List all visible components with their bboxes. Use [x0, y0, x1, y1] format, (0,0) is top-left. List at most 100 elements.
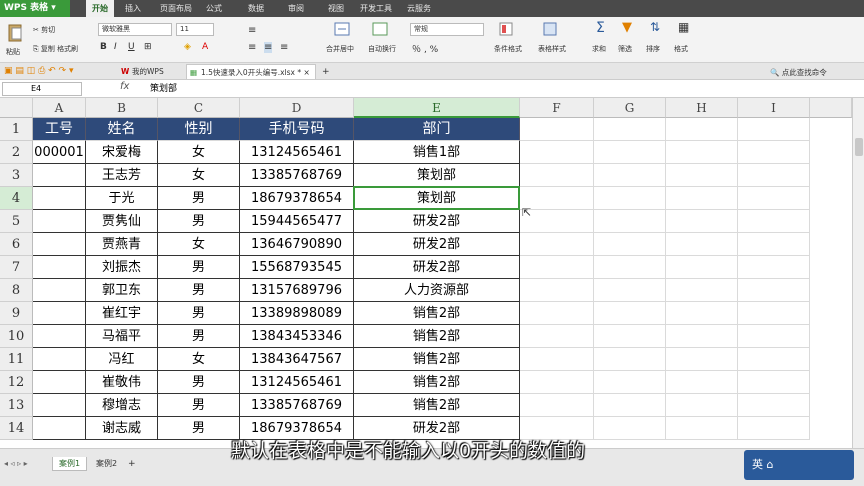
sheet-tab-2[interactable]: 案例2 [90, 457, 123, 471]
column-header[interactable]: H [666, 98, 738, 118]
table-cell[interactable] [520, 279, 594, 302]
row-header[interactable]: 12 [0, 371, 33, 394]
table-cell[interactable]: 13646790890 [240, 233, 354, 256]
table-cell[interactable] [594, 233, 666, 256]
menu-tab-5[interactable]: 审阅 [288, 0, 304, 17]
tab-my-wps[interactable]: W 我的WPS [118, 64, 184, 79]
copy-button[interactable]: ⎘ 复制 格式刷 [33, 44, 78, 54]
row-header[interactable]: 2 [0, 141, 33, 164]
table-cell[interactable]: 男 [158, 394, 240, 417]
format-button[interactable]: 格式 [674, 44, 688, 54]
table-cell[interactable]: 男 [158, 187, 240, 210]
table-cell[interactable]: 女 [158, 233, 240, 256]
table-cell[interactable] [33, 348, 86, 371]
table-cell[interactable]: 销售2部 [354, 325, 520, 348]
column-header[interactable]: D [240, 98, 354, 118]
table-cell[interactable] [666, 417, 738, 440]
table-cell[interactable] [33, 325, 86, 348]
table-cell[interactable] [594, 371, 666, 394]
table-cell[interactable] [594, 325, 666, 348]
new-tab-icon[interactable]: + [322, 67, 330, 77]
table-cell[interactable]: 男 [158, 279, 240, 302]
table-cell[interactable]: 宋爱梅 [86, 141, 158, 164]
row-header[interactable]: 4 [0, 187, 33, 210]
select-all-corner[interactable] [0, 98, 33, 118]
table-header-cell[interactable]: 姓名 [86, 118, 158, 141]
table-cell[interactable] [738, 210, 810, 233]
table-cell[interactable]: 冯红 [86, 348, 158, 371]
row-header[interactable]: 8 [0, 279, 33, 302]
table-cell[interactable]: 000001 [33, 141, 86, 164]
font-name-combo[interactable]: 微软雅黑 [98, 23, 172, 36]
table-header-cell[interactable]: 工号 [33, 118, 86, 141]
tab-current-document[interactable]: ▦ 1.5快速录入0开头编号.xlsx * × [186, 64, 316, 79]
table-cell[interactable]: 15568793545 [240, 256, 354, 279]
table-cell[interactable] [738, 141, 810, 164]
table-cell[interactable] [666, 233, 738, 256]
table-cell[interactable] [666, 394, 738, 417]
table-cell[interactable] [738, 187, 810, 210]
table-cell[interactable]: 销售2部 [354, 302, 520, 325]
table-cell[interactable] [666, 141, 738, 164]
table-cell[interactable] [520, 325, 594, 348]
number-format-combo[interactable]: 常规 [410, 23, 484, 36]
column-header[interactable]: E [354, 98, 520, 118]
table-cell[interactable]: 谢志威 [86, 417, 158, 440]
row-header[interactable]: 1 [0, 118, 33, 141]
table-cell[interactable]: 13157689796 [240, 279, 354, 302]
align-top-icon[interactable]: ≡ [248, 25, 256, 36]
table-cell[interactable] [594, 348, 666, 371]
table-cell[interactable]: 男 [158, 210, 240, 233]
table-cell[interactable] [666, 279, 738, 302]
table-cell[interactable]: 15944565477 [240, 210, 354, 233]
table-cell[interactable] [594, 210, 666, 233]
table-cell[interactable]: 崔红宇 [86, 302, 158, 325]
table-cell[interactable]: 策划部 [354, 164, 520, 187]
table-cell[interactable]: 刘振杰 [86, 256, 158, 279]
wrap-text-button[interactable]: 自动换行 [368, 44, 396, 54]
table-cell[interactable]: 男 [158, 302, 240, 325]
cond-format-icon[interactable] [498, 21, 514, 39]
table-cell[interactable]: 13124565461 [240, 141, 354, 164]
table-cell[interactable]: 贾隽仙 [86, 210, 158, 233]
table-cell[interactable]: 销售2部 [354, 371, 520, 394]
table-cell[interactable]: 崔敬伟 [86, 371, 158, 394]
cond-format-button[interactable]: 条件格式 [494, 44, 522, 54]
table-cell[interactable] [520, 256, 594, 279]
table-cell[interactable] [33, 233, 86, 256]
table-cell[interactable] [738, 256, 810, 279]
table-cell[interactable] [33, 187, 86, 210]
fill-color-icon[interactable]: ◈ [184, 42, 191, 52]
table-cell[interactable] [738, 164, 810, 187]
table-cell[interactable] [594, 118, 666, 141]
table-cell[interactable] [666, 371, 738, 394]
table-cell[interactable] [520, 348, 594, 371]
formula-input[interactable]: 策划部 [150, 82, 177, 96]
filter-button[interactable]: 筛选 [618, 44, 632, 54]
column-header[interactable]: C [158, 98, 240, 118]
column-header[interactable]: A [33, 98, 86, 118]
ime-toolbar[interactable]: 英 ⌂ [744, 450, 854, 480]
row-header[interactable]: 3 [0, 164, 33, 187]
table-cell[interactable]: 女 [158, 141, 240, 164]
sort-button[interactable]: 排序 [646, 44, 660, 54]
table-cell[interactable]: 贾燕青 [86, 233, 158, 256]
table-cell[interactable]: 销售2部 [354, 348, 520, 371]
align-right-icon[interactable]: ≡ [280, 42, 288, 53]
table-cell[interactable]: 13389898089 [240, 302, 354, 325]
format-painter-button[interactable]: 格式刷 [57, 45, 78, 53]
table-cell[interactable] [738, 371, 810, 394]
align-center-icon[interactable]: ≡ [264, 42, 273, 53]
spreadsheet-grid[interactable]: A B C D E F G H I 1 工号 姓名 性别 手机号码 部门 2 000001 宋爱梅女 1312456… [0, 98, 864, 448]
table-style-button[interactable]: 表格样式 [538, 44, 566, 54]
table-cell[interactable]: 13385768769 [240, 164, 354, 187]
table-cell[interactable] [33, 302, 86, 325]
font-size-combo[interactable]: 11 [176, 23, 214, 36]
table-cell[interactable]: 13843647567 [240, 348, 354, 371]
row-header[interactable]: 11 [0, 348, 33, 371]
column-header[interactable]: B [86, 98, 158, 118]
table-cell[interactable] [666, 348, 738, 371]
table-cell[interactable] [738, 279, 810, 302]
menu-tab-0[interactable]: 开始 [86, 0, 114, 17]
table-cell[interactable] [594, 417, 666, 440]
